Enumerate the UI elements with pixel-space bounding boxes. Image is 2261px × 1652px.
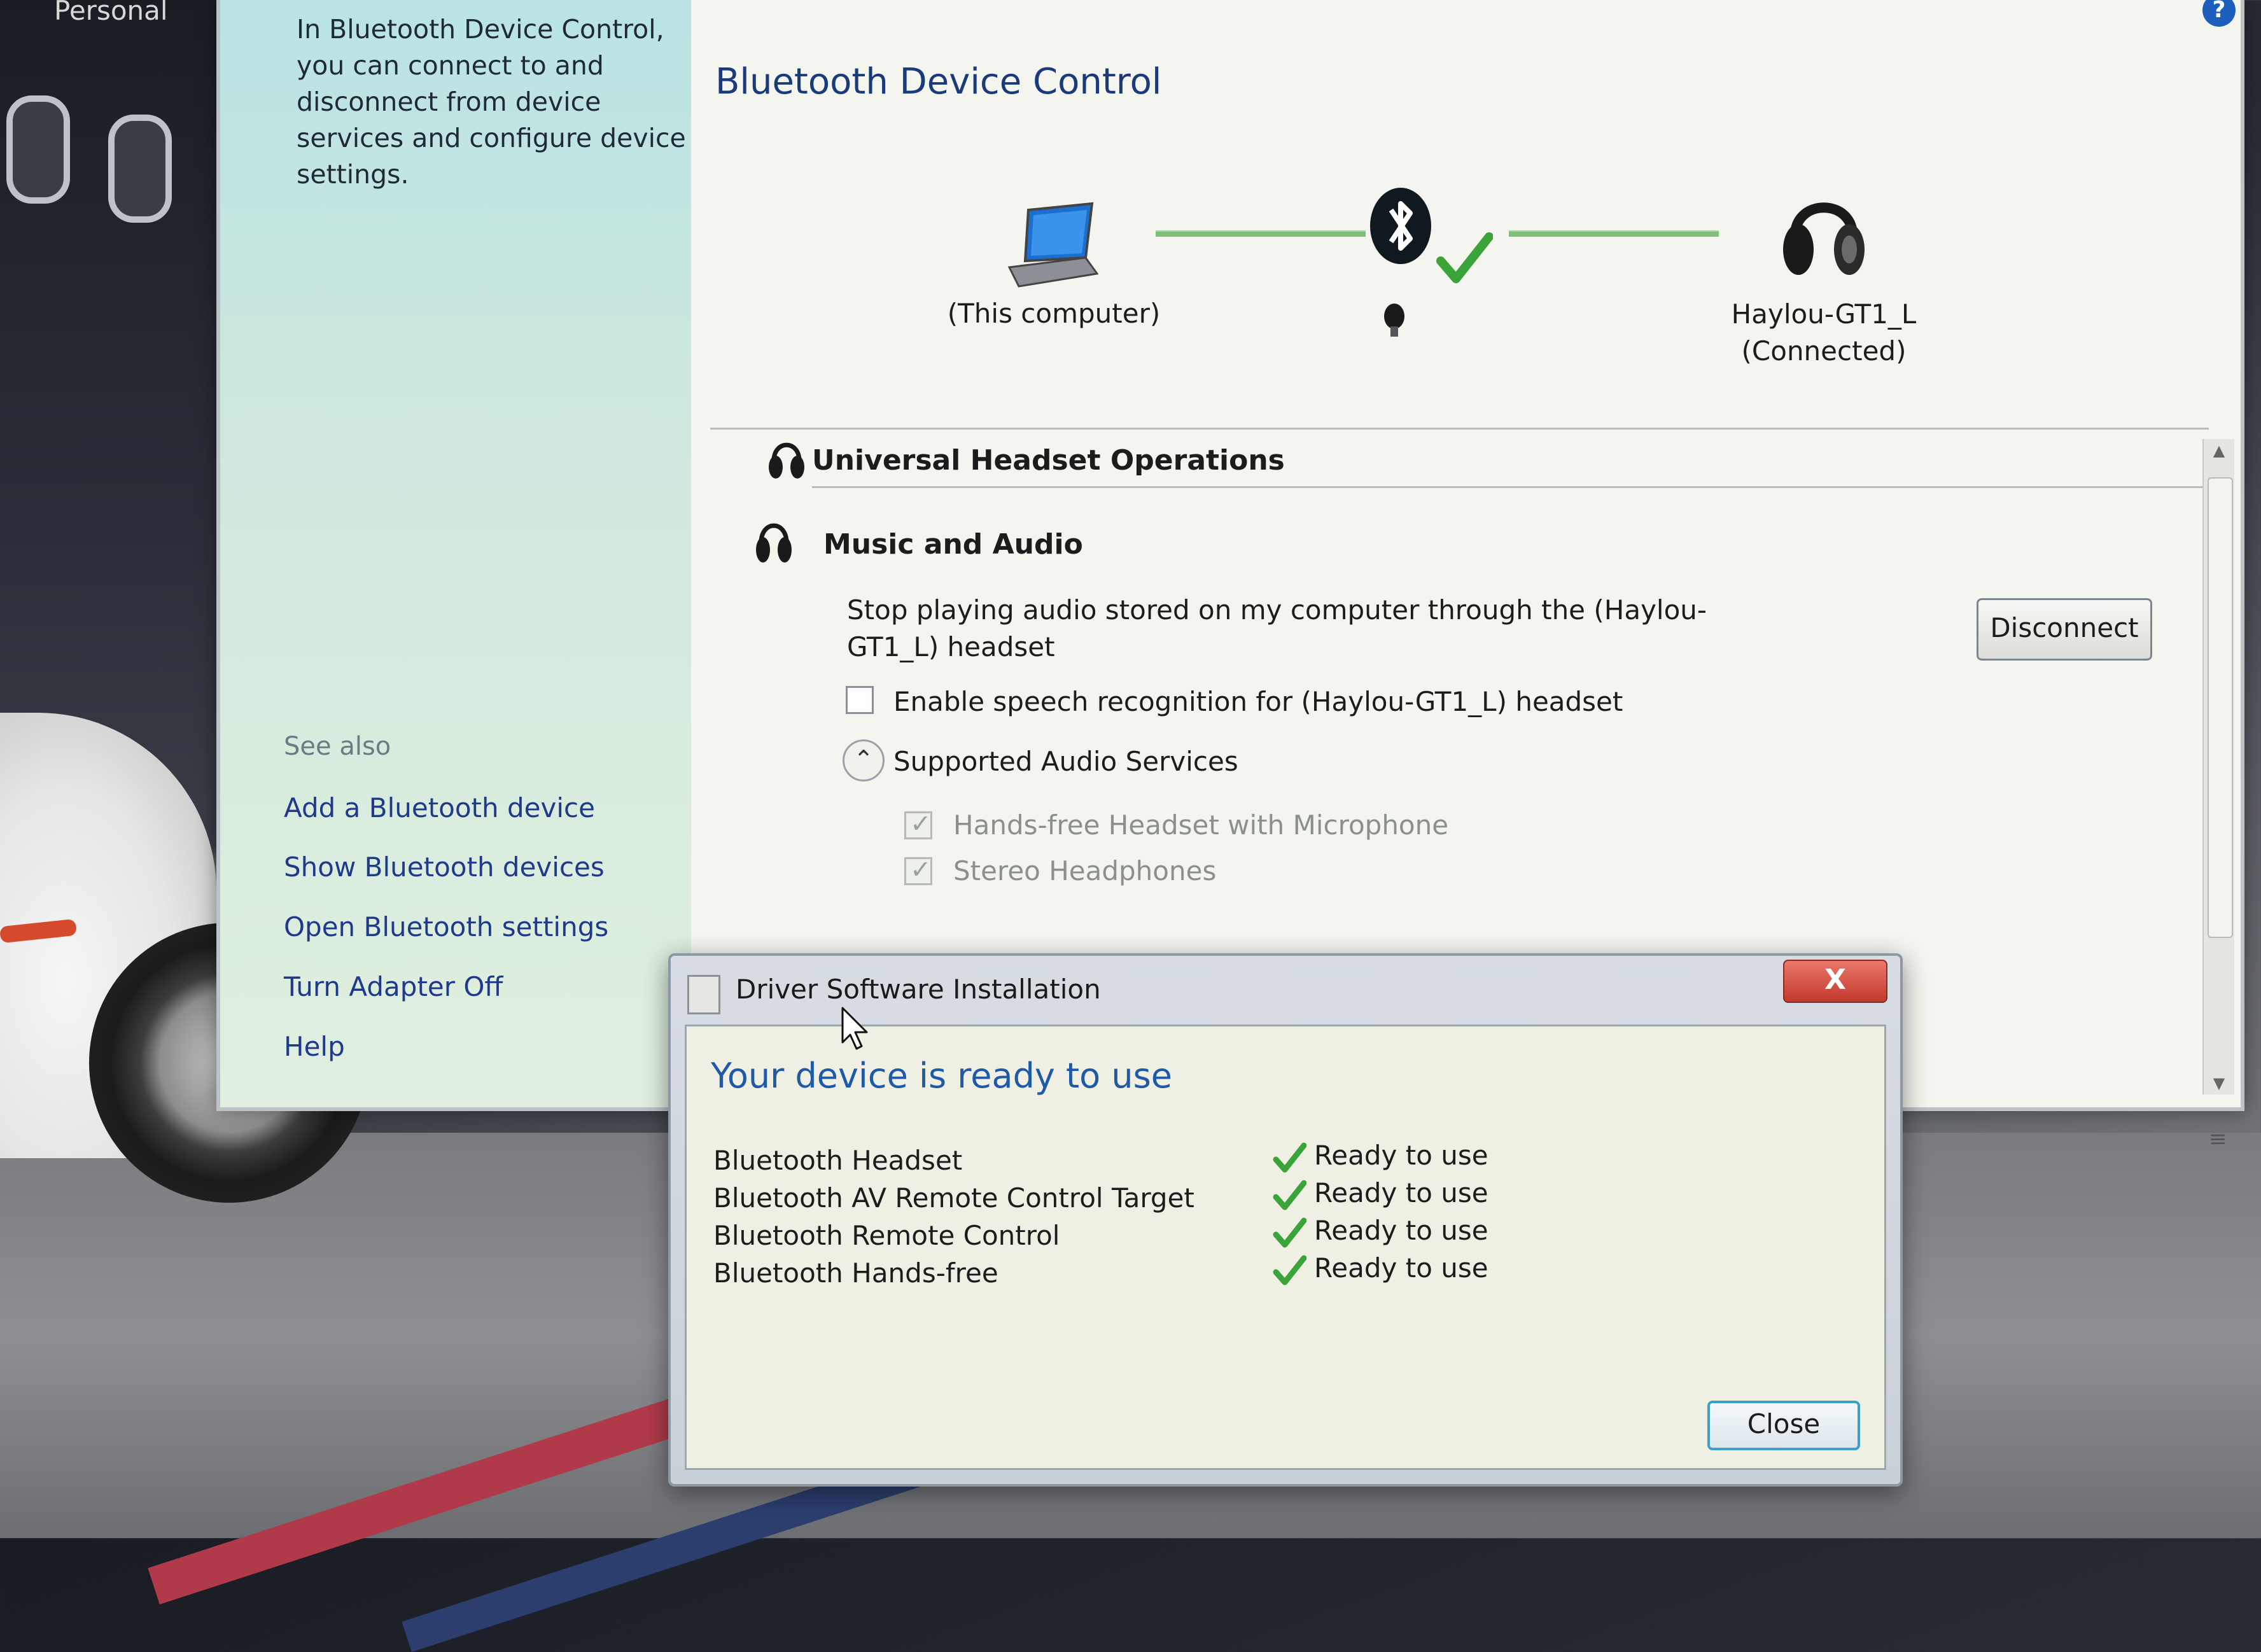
speech-recognition-label: Enable speech recognition for (Haylou-GT… bbox=[893, 686, 1623, 717]
service-stereo-label: Stereo Headphones bbox=[953, 855, 1217, 886]
check-icon bbox=[1273, 1217, 1306, 1247]
collapse-services-button[interactable]: ⌃ bbox=[843, 739, 885, 781]
device-status-text: Ready to use bbox=[1314, 1252, 1488, 1284]
scroll-grip-icon: ≡ bbox=[2209, 1126, 2227, 1152]
scroll-down-arrow[interactable]: ▼ bbox=[2204, 1074, 2234, 1092]
sidebar-link-show-devices[interactable]: Show Bluetooth devices bbox=[284, 851, 605, 883]
mouse-cursor-icon bbox=[841, 1007, 868, 1050]
device-name: Bluetooth Headset bbox=[713, 1145, 963, 1176]
driver-install-icon bbox=[687, 975, 720, 1014]
dialog-close-icon[interactable]: X bbox=[1783, 960, 1887, 1003]
device-name: Bluetooth Hands-free bbox=[713, 1257, 998, 1289]
small-headset-icon bbox=[1384, 304, 1404, 337]
this-computer-label: (This computer) bbox=[947, 298, 1161, 329]
service-checkbox-stereo bbox=[904, 855, 932, 885]
sidebar-link-add-device[interactable]: Add a Bluetooth device bbox=[284, 792, 595, 823]
device-status: Ready to use bbox=[1272, 1140, 1488, 1175]
section-divider bbox=[710, 428, 2209, 430]
bluetooth-control-window: In Bluetooth Device Control, you can con… bbox=[216, 0, 2244, 1152]
service-handsfree-label: Hands-free Headset with Microphone bbox=[953, 809, 1449, 841]
dialog-heading: Your device is ready to use bbox=[711, 1056, 1172, 1096]
universal-headset-section-title: Universal Headset Operations bbox=[812, 444, 1285, 477]
page-title: Bluetooth Device Control bbox=[715, 61, 1162, 102]
sidebar: In Bluetooth Device Control, you can con… bbox=[220, 0, 691, 1107]
device-name: Bluetooth AV Remote Control Target bbox=[713, 1182, 1194, 1214]
connection-line bbox=[1509, 230, 1719, 237]
check-icon bbox=[1273, 1255, 1306, 1285]
device-name: Bluetooth Remote Control bbox=[713, 1220, 1060, 1251]
dialog-body: Your device is ready to use Bluetooth He… bbox=[685, 1025, 1886, 1470]
check-icon bbox=[1273, 1180, 1306, 1210]
headset-small-icon bbox=[769, 442, 804, 479]
help-icon[interactable]: ? bbox=[2202, 0, 2236, 27]
supported-services-label: Supported Audio Services bbox=[893, 746, 1238, 777]
music-audio-title: Music and Audio bbox=[823, 528, 1083, 561]
connection-line bbox=[1156, 230, 1366, 237]
sidebar-link-help[interactable]: Help bbox=[284, 1031, 345, 1062]
headset-label: Haylou-GT1_L (Connected) bbox=[1709, 296, 1938, 370]
scroll-thumb[interactable] bbox=[2208, 477, 2233, 938]
see-also-heading: See also bbox=[284, 732, 391, 761]
headset-name: Haylou-GT1_L bbox=[1731, 298, 1917, 330]
sidebar-link-open-settings[interactable]: Open Bluetooth settings bbox=[284, 911, 608, 942]
headset-icon bbox=[1783, 202, 1865, 275]
headset-status: (Connected) bbox=[1741, 335, 1907, 367]
device-status-text: Ready to use bbox=[1314, 1215, 1488, 1246]
desktop-personal-label: Personal bbox=[54, 0, 168, 26]
check-icon bbox=[1273, 1142, 1306, 1172]
disconnect-button[interactable]: Disconnect bbox=[1977, 598, 2152, 661]
content-pane: ? Bluetooth Device Control (This compute… bbox=[691, 0, 2241, 1152]
scroll-up-arrow[interactable]: ▲ bbox=[2204, 442, 2234, 459]
device-status: Ready to use bbox=[1272, 1215, 1488, 1250]
close-button[interactable]: Close bbox=[1707, 1401, 1860, 1450]
sidebar-intro: In Bluetooth Device Control, you can con… bbox=[297, 14, 686, 190]
sidebar-link-turn-adapter-off[interactable]: Turn Adapter Off bbox=[284, 971, 503, 1002]
plane-window bbox=[108, 115, 172, 223]
device-status: Ready to use bbox=[1272, 1177, 1488, 1212]
device-status: Ready to use bbox=[1272, 1252, 1488, 1287]
stop-audio-description: Stop playing audio stored on my computer… bbox=[847, 594, 1707, 662]
section-divider bbox=[812, 486, 2209, 488]
bluetooth-icon bbox=[1370, 188, 1431, 264]
dialog-title: Driver Software Installation bbox=[736, 974, 1101, 1005]
speech-recognition-checkbox[interactable] bbox=[846, 686, 874, 714]
check-icon bbox=[1436, 232, 1493, 283]
vertical-scrollbar[interactable]: ▲ ≡ ▼ bbox=[2202, 439, 2234, 1152]
service-checkbox-handsfree bbox=[904, 809, 932, 839]
device-status-text: Ready to use bbox=[1314, 1140, 1488, 1171]
headset-small-icon bbox=[756, 523, 792, 563]
laptop-icon bbox=[1007, 202, 1098, 288]
device-status-text: Ready to use bbox=[1314, 1177, 1488, 1208]
plane-window bbox=[6, 95, 70, 204]
